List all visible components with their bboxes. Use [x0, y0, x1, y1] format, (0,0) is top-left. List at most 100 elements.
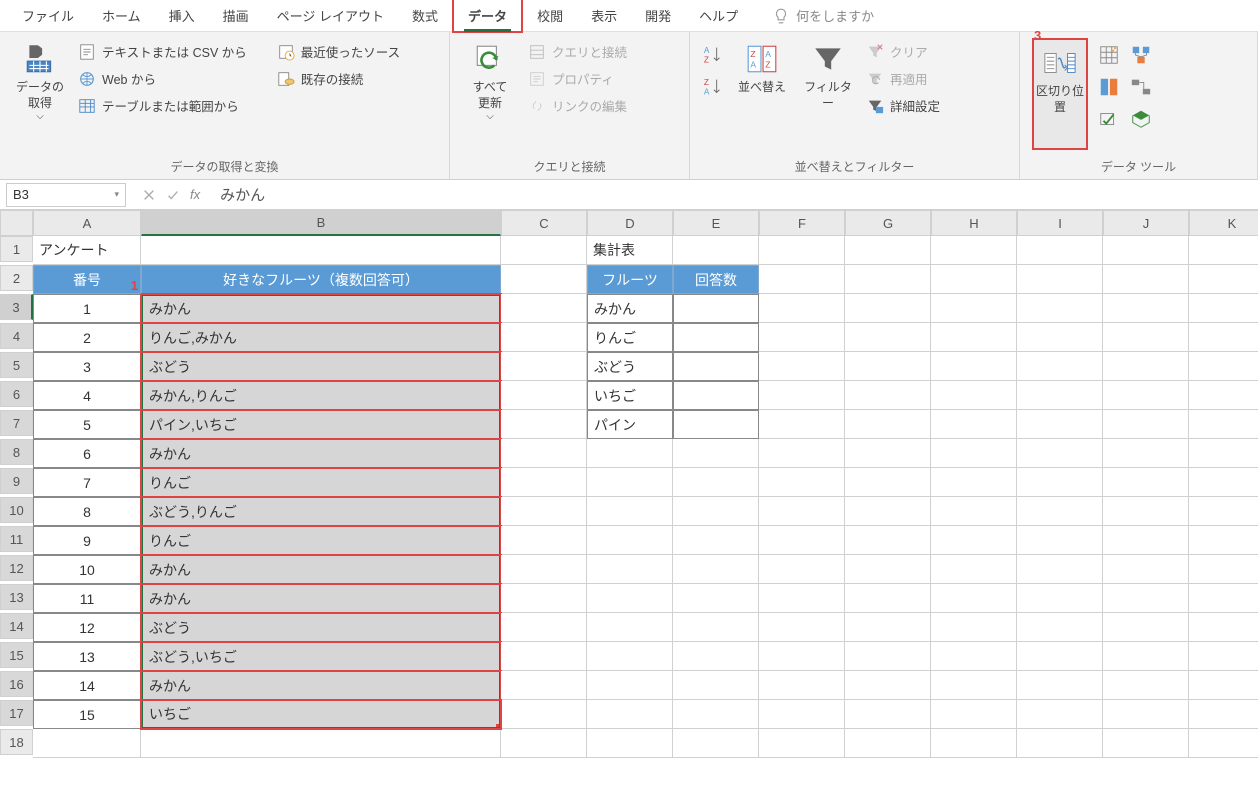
cell-H11[interactable] [931, 526, 1017, 555]
cell-J4[interactable] [1103, 323, 1189, 352]
cell-E7[interactable] [673, 410, 759, 439]
cell-D9[interactable] [587, 468, 673, 497]
cell-I5[interactable] [1017, 352, 1103, 381]
cell-F9[interactable] [759, 468, 845, 497]
cell-D13[interactable] [587, 584, 673, 613]
row-header-1[interactable]: 1 [0, 236, 33, 262]
cell-I6[interactable] [1017, 381, 1103, 410]
cell-J6[interactable] [1103, 381, 1189, 410]
cell-A9[interactable]: 7 [33, 468, 141, 497]
cell-A5[interactable]: 3 [33, 352, 141, 381]
sort-za-icon[interactable]: ZA [702, 76, 724, 98]
col-header-H[interactable]: H [931, 210, 1017, 236]
cell-I8[interactable] [1017, 439, 1103, 468]
cell-A17[interactable]: 15 [33, 700, 141, 729]
cell-G7[interactable] [845, 410, 931, 439]
cell-F16[interactable] [759, 671, 845, 700]
cell-B6[interactable]: みかん,りんご [141, 381, 501, 410]
row-header-7[interactable]: 7 [0, 410, 33, 436]
cell-J9[interactable] [1103, 468, 1189, 497]
cell-B15[interactable]: ぶどう,いちご [141, 642, 501, 671]
cell-K15[interactable] [1189, 642, 1258, 671]
from-table-button[interactable]: テーブルまたは範囲から [78, 96, 247, 115]
cell-C15[interactable] [501, 642, 587, 671]
cell-G5[interactable] [845, 352, 931, 381]
cell-F10[interactable] [759, 497, 845, 526]
cell-F3[interactable] [759, 294, 845, 323]
cell-H15[interactable] [931, 642, 1017, 671]
cell-D11[interactable] [587, 526, 673, 555]
cell-I15[interactable] [1017, 642, 1103, 671]
cell-D5[interactable]: ぶどう [587, 352, 673, 381]
cell-G8[interactable] [845, 439, 931, 468]
cell-H6[interactable] [931, 381, 1017, 410]
get-data-button[interactable]: データの 取得 ⌵ [12, 38, 68, 122]
row-header-9[interactable]: 9 [0, 468, 33, 494]
cell-B5[interactable]: ぶどう [141, 352, 501, 381]
remove-duplicates-icon[interactable] [1098, 76, 1120, 98]
cell-E18[interactable] [673, 729, 759, 758]
cell-K18[interactable] [1189, 729, 1258, 758]
cell-H3[interactable] [931, 294, 1017, 323]
cell-B3[interactable]: みかん [141, 294, 501, 323]
cell-K4[interactable] [1189, 323, 1258, 352]
cell-E17[interactable] [673, 700, 759, 729]
cell-E9[interactable] [673, 468, 759, 497]
cell-C7[interactable] [501, 410, 587, 439]
cell-G16[interactable] [845, 671, 931, 700]
cell-C10[interactable] [501, 497, 587, 526]
cell-F4[interactable] [759, 323, 845, 352]
cell-I2[interactable] [1017, 265, 1103, 294]
row-header-15[interactable]: 15 [0, 642, 33, 668]
cell-B16[interactable]: みかん [141, 671, 501, 700]
cell-E15[interactable] [673, 642, 759, 671]
cell-D8[interactable] [587, 439, 673, 468]
cell-G10[interactable] [845, 497, 931, 526]
cell-F1[interactable] [759, 236, 845, 265]
tab-review[interactable]: 校閲 [523, 0, 577, 31]
cell-E4[interactable] [673, 323, 759, 352]
cell-K10[interactable] [1189, 497, 1258, 526]
confirm-icon[interactable] [166, 188, 180, 202]
cell-B10[interactable]: ぶどう,りんご [141, 497, 501, 526]
cell-F5[interactable] [759, 352, 845, 381]
cell-G15[interactable] [845, 642, 931, 671]
cell-B17[interactable]: いちご [141, 700, 501, 729]
cell-J3[interactable] [1103, 294, 1189, 323]
col-header-G[interactable]: G [845, 210, 931, 236]
row-header-13[interactable]: 13 [0, 584, 33, 610]
cell-I9[interactable] [1017, 468, 1103, 497]
tell-me-search[interactable]: 何をしますか [772, 6, 874, 25]
row-header-6[interactable]: 6 [0, 381, 33, 407]
row-header-4[interactable]: 4 [0, 323, 33, 349]
from-web-button[interactable]: Web から [78, 69, 247, 88]
cell-D1[interactable]: 集計表 [587, 236, 673, 265]
cell-A12[interactable]: 10 [33, 555, 141, 584]
cell-A10[interactable]: 8 [33, 497, 141, 526]
data-validation-icon[interactable] [1098, 108, 1120, 130]
cell-A15[interactable]: 13 [33, 642, 141, 671]
cell-E1[interactable] [673, 236, 759, 265]
row-header-3[interactable]: 3 [0, 294, 33, 320]
cell-E6[interactable] [673, 381, 759, 410]
cell-C11[interactable] [501, 526, 587, 555]
formula-input[interactable]: みかん [210, 184, 1258, 205]
cell-C4[interactable] [501, 323, 587, 352]
select-all-corner[interactable] [0, 210, 33, 236]
row-header-14[interactable]: 14 [0, 613, 33, 639]
cell-H7[interactable] [931, 410, 1017, 439]
cell-E2[interactable]: 回答数 [673, 265, 759, 294]
cell-J18[interactable] [1103, 729, 1189, 758]
spreadsheet-grid[interactable]: ABCDEFGHIJK1アンケート集計表2番号1好きなフルーツ（複数回答可）フル… [0, 210, 1258, 758]
cell-D14[interactable] [587, 613, 673, 642]
sort-button[interactable]: ZAAZ 並べ替え [734, 38, 790, 96]
cell-H10[interactable] [931, 497, 1017, 526]
tab-view[interactable]: 表示 [577, 0, 631, 31]
cell-B11[interactable]: りんご [141, 526, 501, 555]
cell-B9[interactable]: りんご [141, 468, 501, 497]
cell-D7[interactable]: パイン [587, 410, 673, 439]
cell-E12[interactable] [673, 555, 759, 584]
col-header-I[interactable]: I [1017, 210, 1103, 236]
cell-B12[interactable]: みかん [141, 555, 501, 584]
tab-insert[interactable]: 挿入 [155, 0, 209, 31]
